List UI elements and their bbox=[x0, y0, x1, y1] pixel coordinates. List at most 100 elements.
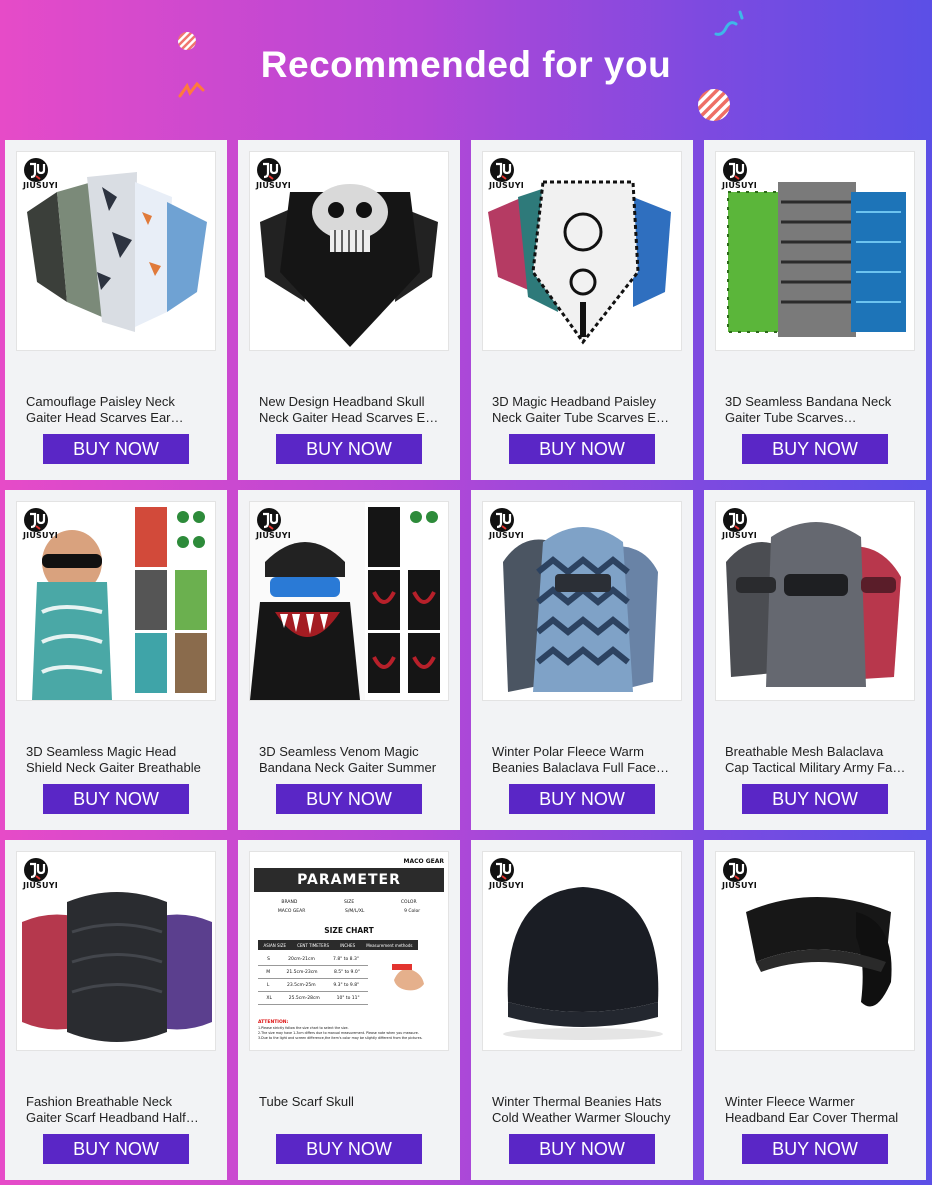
brand-logo: JIUSUYI bbox=[489, 507, 529, 541]
hand-measure-icon bbox=[392, 964, 424, 991]
brand-name: JIUSUYI bbox=[23, 881, 58, 890]
product-card[interactable]: JIUSUYI New Design Headband Skull Neck Ga… bbox=[238, 140, 460, 480]
chart-col-header: SIZE bbox=[344, 900, 355, 905]
brand-logo: JIUSUYI bbox=[256, 157, 296, 191]
product-card[interactable]: JIUSUYI Fashion Breathable Neck Gaiter Sc… bbox=[5, 840, 227, 1180]
brand-logo: JIUSUYI bbox=[23, 507, 63, 541]
product-card[interactable]: JIUSUYI 3D Seamless Venom Magic Bandana N… bbox=[238, 490, 460, 830]
buy-now-button[interactable]: BUY NOW bbox=[509, 434, 655, 464]
header: Recommended for you bbox=[0, 0, 932, 140]
product-name[interactable]: Camouflage Paisley Neck Gaiter Head Scar… bbox=[26, 394, 208, 426]
product-name[interactable]: Fashion Breathable Neck Gaiter Scarf Hea… bbox=[26, 1094, 208, 1126]
chart-brand-label: MACO GEAR bbox=[403, 858, 445, 865]
chart-cell: MACO GEAR bbox=[277, 909, 306, 914]
product-name[interactable]: Winter Polar Fleece Warm Beanies Balacla… bbox=[492, 744, 674, 776]
product-name[interactable]: Tube Scarf Skull bbox=[259, 1094, 441, 1126]
buy-now-button[interactable]: BUY NOW bbox=[742, 434, 888, 464]
product-name[interactable]: 3D Magic Headband Paisley Neck Gaiter Tu… bbox=[492, 394, 674, 426]
size-cell: 25.5cm-28cm bbox=[288, 995, 320, 1001]
size-col-header: INCHES bbox=[340, 942, 356, 948]
chart-cell: 9 Color bbox=[404, 909, 421, 914]
chart-cell: S/M/L/XL bbox=[345, 909, 365, 914]
product-name[interactable]: Breathable Mesh Balaclava Cap Tactical M… bbox=[725, 744, 907, 776]
brand-name: JIUSUYI bbox=[23, 181, 58, 190]
size-col-header: ASIAN SIZE bbox=[263, 942, 286, 948]
venom-bandana-image[interactable]: JIUSUYI bbox=[249, 501, 449, 701]
beanie-image[interactable]: JIUSUYI bbox=[482, 851, 682, 1051]
product-card[interactable]: JIUSUYI Camouflage Paisley Neck Gaiter He… bbox=[5, 140, 227, 480]
size-col-header: CENT TIMETERS bbox=[297, 942, 329, 948]
buy-now-button[interactable]: BUY NOW bbox=[509, 784, 655, 814]
size-cell: 7.8" to 8.3" bbox=[333, 956, 359, 962]
brand-logo: JIUSUYI bbox=[23, 157, 63, 191]
brand-name: JIUSUYI bbox=[23, 531, 58, 540]
product-card[interactable]: JIUSUYI Winter Fleece Warmer Headband Ear… bbox=[704, 840, 926, 1180]
buy-now-button[interactable]: BUY NOW bbox=[742, 784, 888, 814]
product-name[interactable]: 3D Seamless Bandana Neck Gaiter Tube Sca… bbox=[725, 394, 907, 426]
product-card[interactable]: JIUSUYI 3D Seamless Magic Head Shield Nec… bbox=[5, 490, 227, 830]
paisley-gaiters-image[interactable]: JIUSUYI bbox=[482, 151, 682, 351]
size-cell: L bbox=[266, 982, 270, 988]
product-name[interactable]: 3D Seamless Magic Head Shield Neck Gaite… bbox=[26, 744, 208, 776]
size-cell: XL bbox=[266, 995, 272, 1001]
brand-logo: JIUSUYI bbox=[489, 857, 529, 891]
size-chart-title: SIZE CHART bbox=[324, 926, 374, 935]
product-card[interactable]: JIUSUYI 3D Seamless Bandana Neck Gaiter T… bbox=[704, 140, 926, 480]
parameter-chart-image[interactable]: MACO GEAR PARAMETER BRAND SIZE COLOR MACO GEA… bbox=[249, 851, 449, 1051]
product-card[interactable]: JIUSUYI 3D Magic Headband Paisley Neck Ga… bbox=[471, 140, 693, 480]
brand-name: JIUSUYI bbox=[489, 531, 524, 540]
brand-logo: JIUSUYI bbox=[489, 157, 529, 191]
neck-gaiter-image[interactable]: JIUSUYI bbox=[16, 851, 216, 1051]
size-cell: 8.5" to 9.0" bbox=[333, 969, 360, 975]
product-card[interactable]: JIUSUYI Winter Polar Fleece Warm Beanies … bbox=[471, 490, 693, 830]
size-cell: 10" to 11" bbox=[336, 995, 360, 1001]
headband-image[interactable]: JIUSUYI bbox=[715, 851, 915, 1051]
striped-ball-decoration-icon bbox=[178, 32, 196, 50]
brand-name: JIUSUYI bbox=[256, 181, 291, 190]
size-row: S 20cm-21cm 7.8" to 8.3" bbox=[258, 953, 368, 966]
brand-logo: JIUSUYI bbox=[722, 857, 762, 891]
size-cell: 20cm-21cm bbox=[288, 956, 315, 962]
buy-now-button[interactable]: BUY NOW bbox=[742, 1134, 888, 1164]
buy-now-button[interactable]: BUY NOW bbox=[276, 434, 422, 464]
brand-logo: JIUSUYI bbox=[722, 157, 762, 191]
brand-name: JIUSUYI bbox=[722, 181, 757, 190]
buy-now-button[interactable]: BUY NOW bbox=[276, 1134, 422, 1164]
size-cell: S bbox=[267, 956, 270, 962]
head-shield-image[interactable]: JIUSUYI bbox=[16, 501, 216, 701]
product-card[interactable]: JIUSUYI Breathable Mesh Balaclava Cap Tac… bbox=[704, 490, 926, 830]
fleece-balaclava-image[interactable]: JIUSUYI bbox=[482, 501, 682, 701]
product-name[interactable]: Winter Thermal Beanies Hats Cold Weather… bbox=[492, 1094, 674, 1126]
buy-now-button[interactable]: BUY NOW bbox=[509, 1134, 655, 1164]
brand-name: JIUSUYI bbox=[489, 181, 524, 190]
buy-now-button[interactable]: BUY NOW bbox=[276, 784, 422, 814]
product-name[interactable]: Winter Fleece Warmer Headband Ear Cover … bbox=[725, 1094, 907, 1126]
attention-note: 1.Please strictly follow the size chart … bbox=[258, 1026, 349, 1030]
brand-name: JIUSUYI bbox=[722, 531, 757, 540]
buy-now-button[interactable]: BUY NOW bbox=[43, 434, 189, 464]
tube-scarves-image[interactable]: JIUSUYI bbox=[715, 151, 915, 351]
brand-name: JIUSUYI bbox=[489, 881, 524, 890]
mesh-balaclava-image[interactable]: JIUSUYI bbox=[715, 501, 915, 701]
product-card[interactable]: MACO GEAR PARAMETER BRAND SIZE COLOR MACO GEA… bbox=[238, 840, 460, 1180]
size-row: M 21.5cm-23cm 8.5" to 9.0" bbox=[258, 966, 368, 979]
size-col-header: Measurement methods bbox=[366, 942, 413, 948]
size-cell: M bbox=[266, 969, 271, 975]
camo-gaiters-image[interactable]: JIUSUYI bbox=[16, 151, 216, 351]
brand-logo: JIUSUYI bbox=[23, 857, 63, 891]
product-card[interactable]: JIUSUYI Winter Thermal Beanies Hats Cold … bbox=[471, 840, 693, 1180]
buy-now-button[interactable]: BUY NOW bbox=[43, 784, 189, 814]
brand-name: JIUSUYI bbox=[722, 881, 757, 890]
squiggle-decoration-icon bbox=[714, 10, 744, 36]
attention-note: 2.The size may have 1-3cm differs due to… bbox=[258, 1031, 419, 1035]
brand-name: JIUSUYI bbox=[256, 531, 291, 540]
product-name[interactable]: New Design Headband Skull Neck Gaiter He… bbox=[259, 394, 441, 426]
product-name[interactable]: 3D Seamless Venom Magic Bandana Neck Gai… bbox=[259, 744, 441, 776]
brand-logo: JIUSUYI bbox=[256, 507, 296, 541]
striped-ball-decoration-icon bbox=[698, 89, 730, 121]
chart-heading: PARAMETER bbox=[254, 868, 444, 892]
skull-gaiters-image[interactable]: JIUSUYI bbox=[249, 151, 449, 351]
buy-now-button[interactable]: BUY NOW bbox=[43, 1134, 189, 1164]
size-cell: 23.5cm-25m bbox=[287, 982, 316, 988]
attention-note: 3.Due to the light and screen difference… bbox=[258, 1036, 423, 1040]
